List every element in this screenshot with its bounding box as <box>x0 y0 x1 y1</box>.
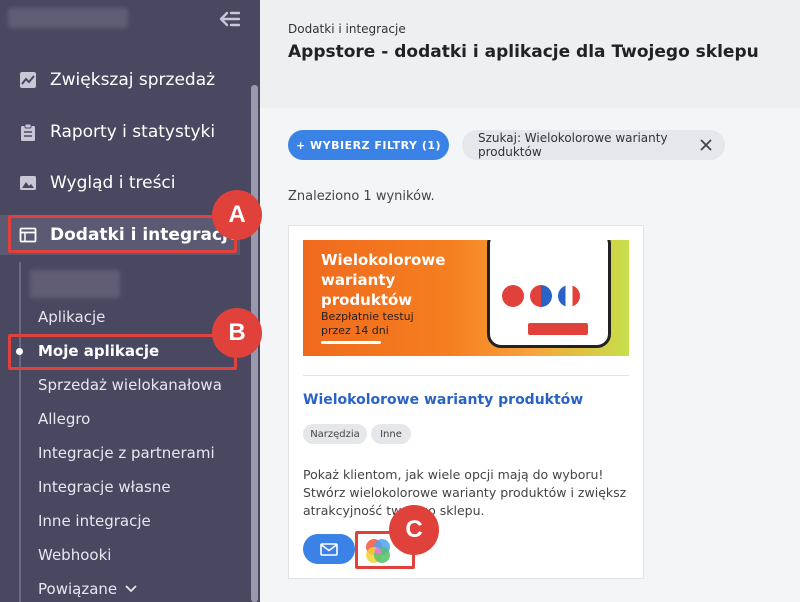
tag-narzedzia[interactable]: Narzędzia <box>303 424 367 444</box>
app-description: Pokaż klientom, jak wiele opcji mają do … <box>303 467 627 518</box>
annotation-box-a <box>8 215 237 253</box>
chart-line-icon <box>18 70 38 90</box>
image-icon <box>18 173 38 193</box>
sidebar-item-zwiekszaj-sprzedaz[interactable]: Zwiększaj sprzedaż <box>0 60 240 100</box>
color-swatch-tricolor <box>558 285 580 307</box>
results-count: Znaleziono 1 wyników. <box>288 189 435 204</box>
annotation-marker-b: B <box>212 308 262 358</box>
sidebar-item-raporty[interactable]: Raporty i statystyki <box>0 112 240 152</box>
app-banner-image[interactable]: Wielokolorowe warianty produktów Bezpłat… <box>303 240 629 356</box>
chevron-down-icon <box>125 585 137 593</box>
breadcrumb[interactable]: Dodatki i integracje <box>288 22 406 36</box>
page-title: Appstore - dodatki i aplikacje dla Twoje… <box>288 42 759 62</box>
close-icon[interactable] <box>699 138 713 152</box>
banner-title: Wielokolorowe warianty produktów <box>321 251 446 309</box>
submenu-item-sprzedaz-wielokanalowa[interactable]: Sprzedaż wielokanałowa <box>38 373 222 397</box>
submenu-item-aplikacje[interactable]: Aplikacje <box>38 305 105 329</box>
submenu-item-allegro[interactable]: Allegro <box>38 407 90 431</box>
submenu-item-webhooki[interactable]: Webhooki <box>38 543 111 567</box>
contact-button[interactable] <box>303 534 355 564</box>
color-swatch-red-blue <box>530 285 552 307</box>
store-logo-blurred <box>8 8 128 28</box>
phone-mockup <box>487 240 611 348</box>
sidebar-item-label: Raporty i statystyki <box>50 122 216 142</box>
banner-subtitle: Bezpłatnie testuj przez 14 dni <box>321 310 414 337</box>
card-divider <box>303 375 629 376</box>
blurred-submenu-item <box>30 270 120 298</box>
mail-icon <box>320 542 338 556</box>
submenu-tree-line <box>19 262 21 602</box>
sidebar-header <box>0 0 260 44</box>
sidebar: Zwiększaj sprzedaż Raporty i statystyki … <box>0 0 260 602</box>
annotation-box-b <box>8 334 237 370</box>
color-swatch-red <box>502 285 524 307</box>
search-filter-chip: Szukaj: Wielokolorowe warianty produktów <box>462 130 725 160</box>
search-chip-label: Szukaj: Wielokolorowe warianty produktów <box>478 131 668 159</box>
app-title-link[interactable]: Wielokolorowe warianty produktów <box>303 392 583 408</box>
banner-underline <box>321 341 381 344</box>
sidebar-item-label: Wygląd i treści <box>50 173 176 193</box>
phone-add-to-cart <box>528 323 588 335</box>
submenu-item-powiazane[interactable]: Powiązane <box>38 577 137 601</box>
submenu-item-integracje-wlasne[interactable]: Integracje własne <box>38 475 171 499</box>
clipboard-icon <box>18 122 38 142</box>
collapse-sidebar-icon[interactable] <box>218 10 240 28</box>
sidebar-item-label: Zwiększaj sprzedaż <box>50 70 216 90</box>
annotation-marker-c: C <box>389 505 439 555</box>
sidebar-item-wyglad[interactable]: Wygląd i treści <box>0 163 240 203</box>
submenu-item-integracje-partnerami[interactable]: Integracje z partnerami <box>38 441 215 465</box>
submenu-item-inne-integracje[interactable]: Inne integracje <box>38 509 151 533</box>
page-header: Dodatki i integracje Appstore - dodatki … <box>260 0 800 108</box>
app-card: Wielokolorowe warianty produktów Bezpłat… <box>288 225 644 579</box>
choose-filters-button[interactable]: + WYBIERZ FILTRY (1) <box>288 130 449 160</box>
annotation-marker-a: A <box>212 190 262 240</box>
submenu-item-label: Powiązane <box>38 580 118 598</box>
tag-inne[interactable]: Inne <box>371 424 411 444</box>
